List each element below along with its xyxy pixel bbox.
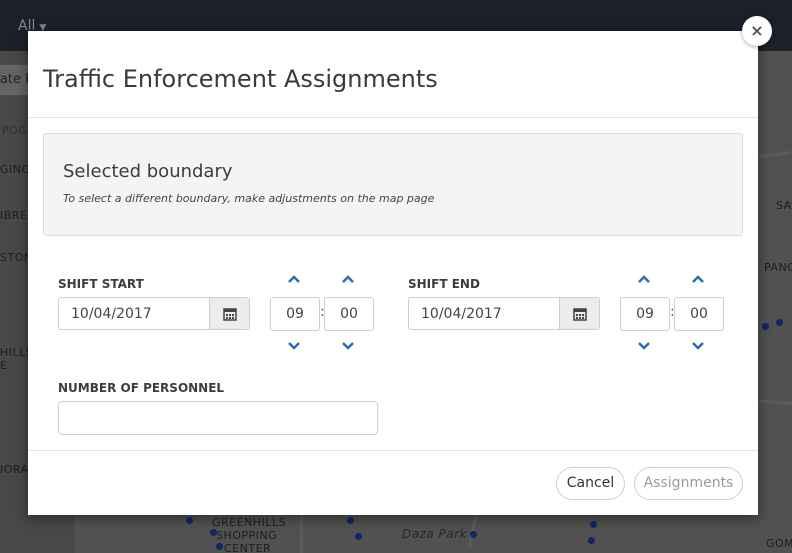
minute-up-chevron-icon[interactable] <box>691 274 705 284</box>
calendar-icon[interactable] <box>559 298 599 329</box>
selected-boundary-panel: Selected boundary To select a different … <box>43 133 743 236</box>
minute-down-chevron-icon[interactable] <box>691 341 705 351</box>
shift-start-label: SHIFT START <box>58 277 144 291</box>
shift-end-date-value: 10/04/2017 <box>421 306 502 322</box>
assignment-modal: Traffic Enforcement Assignments Selected… <box>28 31 758 515</box>
shift-end-label: SHIFT END <box>408 277 480 291</box>
boundary-hint: To select a different boundary, make adj… <box>63 192 435 205</box>
assignments-button[interactable]: Assignments <box>634 467 743 500</box>
close-icon[interactable]: × <box>742 16 772 46</box>
shift-start-hour-input[interactable]: 09 <box>270 297 320 331</box>
minute-down-chevron-icon[interactable] <box>341 341 355 351</box>
hour-down-chevron-icon[interactable] <box>287 341 301 351</box>
shift-start-minute-input[interactable]: 00 <box>324 297 374 331</box>
calendar-icon[interactable] <box>209 298 249 329</box>
cancel-button[interactable]: Cancel <box>556 467 625 500</box>
footer-divider <box>28 450 758 451</box>
header-divider <box>28 117 758 118</box>
shift-end-hour-input[interactable]: 09 <box>620 297 670 331</box>
hour-up-chevron-icon[interactable] <box>637 274 651 284</box>
shift-start-date-value: 10/04/2017 <box>71 306 152 322</box>
personnel-input[interactable] <box>58 401 378 435</box>
shift-end-minute-input[interactable]: 00 <box>674 297 724 331</box>
boundary-heading: Selected boundary <box>63 161 233 182</box>
minute-up-chevron-icon[interactable] <box>341 274 355 284</box>
hour-up-chevron-icon[interactable] <box>287 274 301 284</box>
personnel-label: NUMBER OF PERSONNEL <box>58 381 225 395</box>
shift-end-date-input[interactable]: 10/04/2017 <box>408 297 600 330</box>
shift-start-date-input[interactable]: 10/04/2017 <box>58 297 250 330</box>
modal-title: Traffic Enforcement Assignments <box>43 65 438 93</box>
hour-down-chevron-icon[interactable] <box>637 341 651 351</box>
